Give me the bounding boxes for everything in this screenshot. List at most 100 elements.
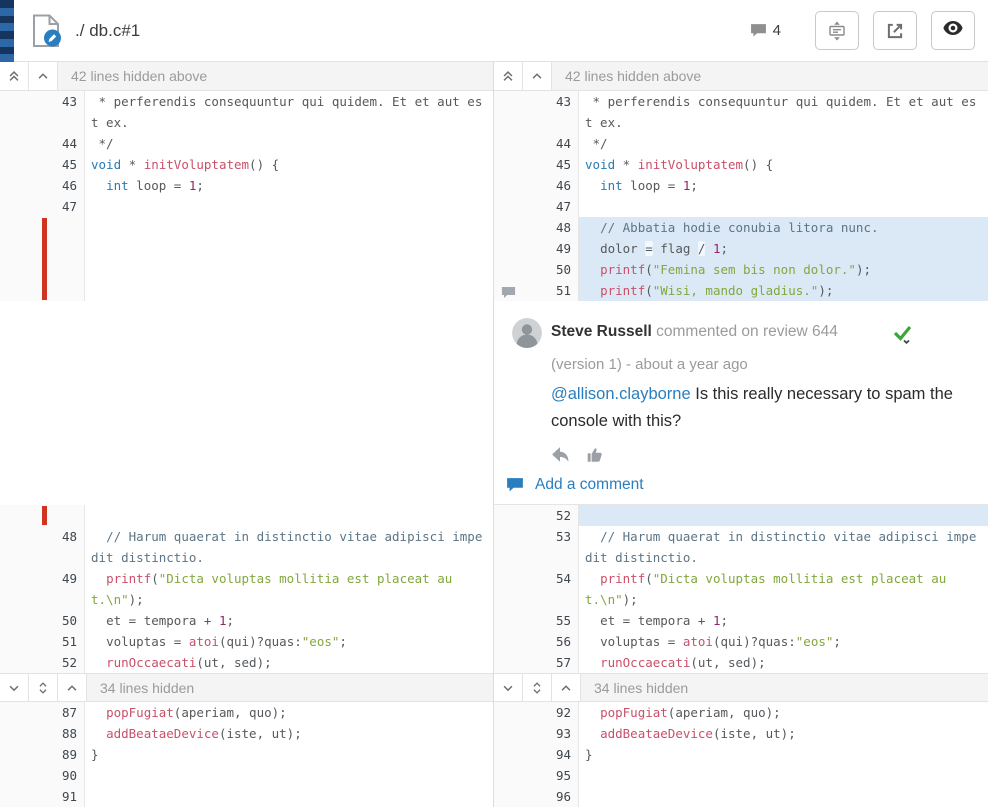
line-number-value: 95 <box>556 768 571 783</box>
chevron-up-icon <box>65 681 79 695</box>
line-number-value: 43 <box>62 94 77 109</box>
line-number[interactable]: 94 <box>494 744 579 765</box>
double-chevron-up-icon <box>501 69 515 83</box>
expand-down-button[interactable] <box>0 674 29 701</box>
line-number-value: 47 <box>62 199 77 214</box>
comment-header: Steve Russell commented on review 644 <box>506 318 974 349</box>
expand-down-button[interactable] <box>494 674 523 701</box>
expand-up-button[interactable] <box>58 674 87 701</box>
file-marker-stripe <box>0 0 14 62</box>
line-number[interactable]: 53 <box>494 526 579 568</box>
line-number[interactable]: 51 <box>0 631 85 652</box>
comment-bubble-icon[interactable] <box>501 284 516 297</box>
code-row: 47 <box>494 196 988 217</box>
line-number-value: 91 <box>62 789 77 804</box>
line-number[interactable]: 54 <box>494 568 579 610</box>
like-button[interactable] <box>586 446 604 462</box>
comment-author[interactable]: Steve Russell <box>551 323 652 340</box>
code-row: 50 et = tempora + 1; <box>0 610 493 631</box>
code-line: runOccaecati(ut, sed); <box>579 652 988 673</box>
line-number[interactable]: 57 <box>494 652 579 673</box>
line-number[interactable]: 44 <box>0 133 85 154</box>
line-number[interactable]: 46 <box>494 175 579 196</box>
code-row: 92 popFugiat(aperiam, quo); <box>494 702 988 723</box>
thread-spacer <box>0 301 493 505</box>
code-line <box>85 765 493 786</box>
code-line <box>579 786 988 807</box>
line-number[interactable]: 48 <box>494 217 579 238</box>
code-line: printf("Femina sem bis non dolor."); <box>579 259 988 280</box>
line-number[interactable]: 45 <box>494 154 579 175</box>
line-number-value: 94 <box>556 747 571 762</box>
line-number[interactable]: 44 <box>494 133 579 154</box>
reply-button[interactable] <box>551 446 569 462</box>
avatar <box>512 318 542 348</box>
line-number[interactable]: 90 <box>0 765 85 786</box>
line-number[interactable]: 50 <box>0 610 85 631</box>
line-number[interactable]: 91 <box>0 786 85 807</box>
code-row: 94} <box>494 744 988 765</box>
line-number[interactable]: 55 <box>494 610 579 631</box>
open-in-new-window-button[interactable] <box>873 11 917 50</box>
line-number[interactable]: 48 <box>0 526 85 568</box>
expand-all-button[interactable] <box>523 674 552 701</box>
code-row: 43 * perferendis consequuntur qui quidem… <box>0 91 493 133</box>
line-number-value: 52 <box>556 508 571 523</box>
code-row: 95 <box>494 765 988 786</box>
comment-meta: (version 1) - about a year ago <box>551 356 974 373</box>
line-number[interactable]: 49 <box>494 238 579 259</box>
code-line: printf("Dicta voluptas mollitia est plac… <box>85 568 493 610</box>
code-line: addBeataeDevice(iste, ut); <box>579 723 988 744</box>
code-line: // Harum quaerat in distinctio vitae adi… <box>579 526 988 568</box>
code-line: int loop = 1; <box>579 175 988 196</box>
comment-thread: Steve Russell commented on review 644 (v… <box>494 301 988 505</box>
expand-up-button[interactable] <box>552 674 581 701</box>
line-number-value: 55 <box>556 613 571 628</box>
line-number-value: 92 <box>556 705 571 720</box>
double-chevron-up-icon <box>7 69 21 83</box>
line-number[interactable]: 43 <box>494 91 579 133</box>
line-number[interactable]: 50 <box>494 259 579 280</box>
line-number[interactable]: 47 <box>0 196 85 217</box>
hidden-lines-bar: 34 lines hidden <box>0 673 493 702</box>
line-number[interactable]: 45 <box>0 154 85 175</box>
code-row: 56 voluptas = atoi(qui)?quas:"eos"; <box>494 631 988 652</box>
line-number[interactable]: 46 <box>0 175 85 196</box>
hidden-lines-label: 34 lines hidden <box>581 674 688 701</box>
code-row: 51 printf("Wisi, mando gladius."); <box>494 280 988 301</box>
code-row: 48 // Harum quaerat in distinctio vitae … <box>0 526 493 568</box>
line-number[interactable]: 52 <box>0 652 85 673</box>
line-number[interactable]: 49 <box>0 568 85 610</box>
collapse-all-above-button[interactable] <box>0 62 29 90</box>
show-diff-button[interactable] <box>931 11 975 50</box>
expand-all-button[interactable] <box>29 674 58 701</box>
mention-link[interactable]: @allison.clayborne <box>551 385 691 403</box>
line-number[interactable]: 52 <box>494 505 579 526</box>
code-line <box>579 505 988 526</box>
line-number[interactable]: 88 <box>0 723 85 744</box>
add-comment-button[interactable]: Add a comment <box>506 476 974 494</box>
resolved-check-button[interactable] <box>892 322 914 349</box>
line-number[interactable]: 93 <box>494 723 579 744</box>
line-number-value: 53 <box>556 529 571 544</box>
line-number[interactable]: 43 <box>0 91 85 133</box>
line-number-value: 48 <box>62 529 77 544</box>
collapse-comments-button[interactable] <box>815 11 859 50</box>
collapse-above-button[interactable] <box>523 62 552 90</box>
collapse-above-button[interactable] <box>29 62 58 90</box>
code-row: 45void * initVoluptatem() { <box>0 154 493 175</box>
code-row: 44 */ <box>0 133 493 154</box>
line-number[interactable]: 87 <box>0 702 85 723</box>
code-line: printf("Dicta voluptas mollitia est plac… <box>579 568 988 610</box>
line-number[interactable]: 89 <box>0 744 85 765</box>
line-number[interactable]: 51 <box>494 280 579 301</box>
line-number[interactable]: 56 <box>494 631 579 652</box>
collapse-all-above-button[interactable] <box>494 62 523 90</box>
line-number[interactable]: 92 <box>494 702 579 723</box>
code-row: 57 runOccaecati(ut, sed); <box>494 652 988 673</box>
chevron-up-icon <box>36 69 50 83</box>
line-number[interactable]: 47 <box>494 196 579 217</box>
line-number[interactable]: 96 <box>494 786 579 807</box>
change-gap <box>0 505 493 526</box>
line-number[interactable]: 95 <box>494 765 579 786</box>
